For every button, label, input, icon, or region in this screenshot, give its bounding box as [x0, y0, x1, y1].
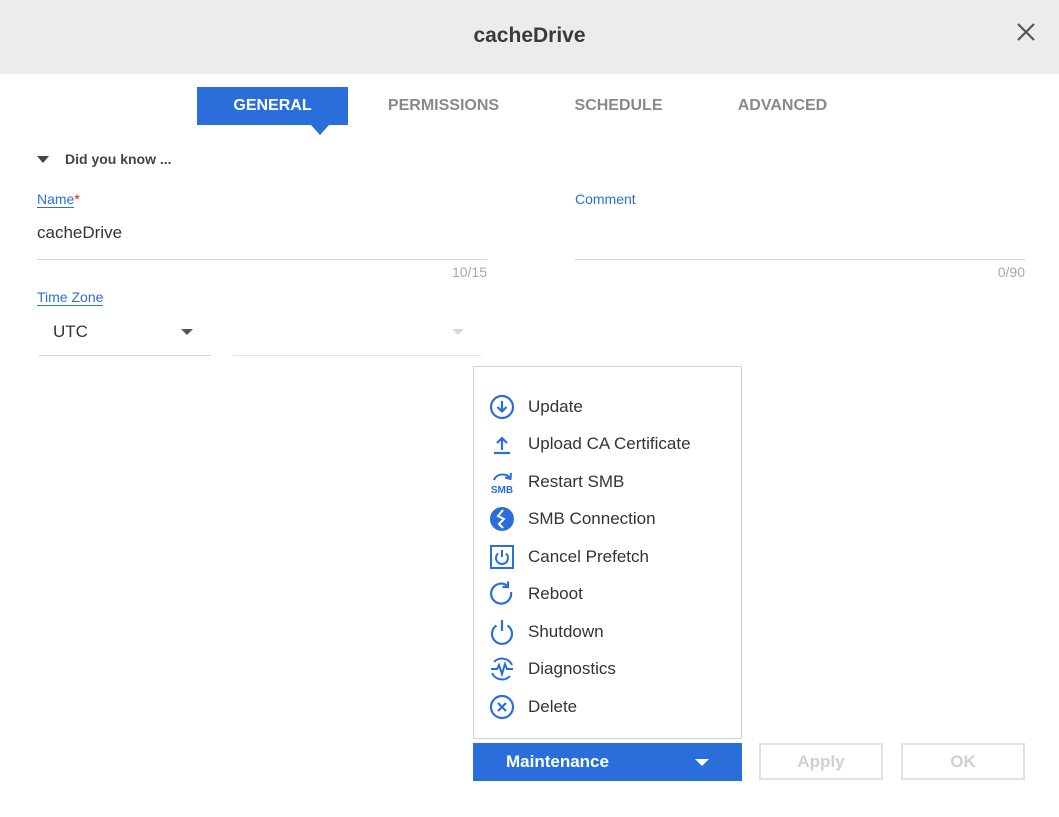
comment-input-underline	[575, 259, 1025, 260]
menu-item-label: Delete	[528, 697, 578, 716]
menu-item-shutdown[interactable]: Shutdown	[474, 614, 741, 650]
time-zone-underline	[39, 355, 211, 356]
close-icon[interactable]	[1014, 20, 1038, 44]
menu-item-label: Cancel Prefetch	[528, 547, 649, 566]
menu-item-label: Reboot	[528, 584, 583, 603]
tab-advanced[interactable]: ADVANCED	[707, 87, 858, 125]
time-zone-label: Time Zone	[37, 289, 104, 306]
comment-char-counter: 0/90	[997, 264, 1025, 280]
apply-button[interactable]: Apply	[759, 743, 883, 780]
shutdown-icon	[490, 620, 514, 645]
smb-connection-icon	[490, 507, 514, 531]
menu-item-reboot[interactable]: Reboot	[474, 576, 741, 612]
name-label: Name*	[37, 191, 80, 208]
did-you-know-toggle[interactable]: Did you know ...	[37, 151, 172, 167]
cancel-prefetch-icon	[490, 545, 514, 569]
menu-item-label: Diagnostics	[528, 659, 616, 678]
menu-item-label: Update	[528, 397, 583, 416]
menu-item-label: SMB Connection	[528, 509, 656, 528]
maintenance-button-label: Maintenance	[506, 752, 609, 771]
menu-item-upload-ca-certificate[interactable]: Upload CA Certificate	[474, 426, 741, 462]
update-icon	[489, 394, 515, 420]
name-char-counter: 10/15	[451, 264, 487, 280]
menu-item-label: Restart SMB	[528, 472, 625, 491]
menu-item-cancel-prefetch[interactable]: Cancel Prefetch	[474, 539, 741, 575]
maintenance-button[interactable]: Maintenance	[473, 743, 742, 781]
maintenance-menu: Update Upload CA Certificate SMB Restart…	[473, 366, 742, 739]
comment-label: Comment	[575, 191, 636, 207]
reboot-icon	[490, 581, 513, 605]
restart-smb-icon: SMB	[491, 472, 513, 496]
tab-schedule[interactable]: SCHEDULE	[543, 87, 694, 125]
menu-item-diagnostics[interactable]: Diagnostics	[474, 651, 741, 687]
chevron-down-icon	[452, 329, 464, 335]
delete-icon	[489, 694, 515, 720]
time-zone-region-underline	[233, 355, 481, 356]
smb-icon-text: SMB	[491, 485, 513, 496]
dialog-title: cacheDrive	[473, 24, 586, 47]
menu-item-restart-smb[interactable]: SMB Restart SMB	[474, 464, 741, 500]
tab-bar: GENERAL PERMISSIONS SCHEDULE ADVANCED	[0, 87, 1059, 135]
menu-item-update[interactable]: Update	[474, 389, 741, 425]
required-mark: *	[74, 191, 80, 207]
tab-permissions[interactable]: PERMISSIONS	[368, 87, 519, 125]
menu-item-smb-connection[interactable]: SMB Connection	[474, 501, 741, 537]
menu-item-delete[interactable]: Delete	[474, 689, 741, 725]
upload-icon	[494, 436, 510, 455]
chevron-down-icon	[695, 759, 709, 766]
menu-item-label: Upload CA Certificate	[528, 434, 691, 453]
caret-down-icon	[37, 155, 49, 163]
ok-button[interactable]: OK	[901, 743, 1025, 780]
time-zone-value: UTC	[53, 322, 88, 341]
name-input[interactable]: cacheDrive	[37, 223, 122, 243]
time-zone-select[interactable]: UTC	[39, 316, 211, 356]
title-bar: cacheDrive	[0, 0, 1059, 74]
diagnostics-icon	[491, 657, 513, 681]
time-zone-region-select	[233, 316, 481, 356]
did-you-know-label: Did you know ...	[65, 151, 172, 167]
dialog: cacheDrive GENERAL PERMISSIONS SCHEDULE …	[0, 0, 1059, 817]
active-tab-indicator	[311, 125, 329, 135]
tab-general[interactable]: GENERAL	[197, 87, 348, 125]
chevron-down-icon	[181, 329, 193, 335]
name-input-underline	[37, 259, 487, 260]
menu-item-label: Shutdown	[528, 622, 604, 641]
comment-input[interactable]	[575, 223, 1025, 253]
